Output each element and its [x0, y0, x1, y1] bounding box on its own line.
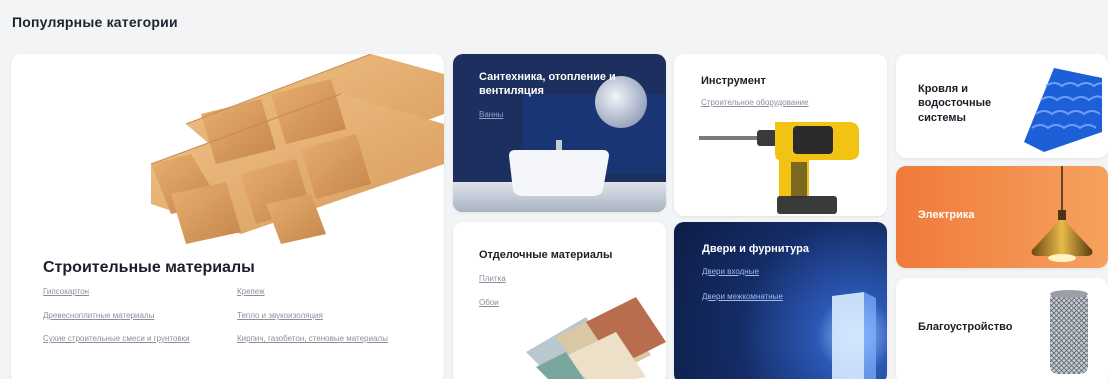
card-title: Строительные материалы	[43, 259, 255, 276]
category-card-plumbing[interactable]: Сантехника, отопление и вентиляция Ванны	[453, 54, 666, 212]
link-wood-boards[interactable]: Древесноплитные материалы	[43, 311, 154, 320]
category-card-building-materials[interactable]: Строительные материалы Гипсокартон Крепе…	[11, 54, 444, 379]
section-title: Популярные категории	[12, 14, 178, 30]
lumber-image	[150, 54, 444, 244]
category-card-electrical[interactable]: Электрика	[896, 166, 1108, 268]
card-title: Инструмент	[701, 75, 766, 87]
link-construction-equipment[interactable]: Строительное оборудование	[701, 98, 809, 107]
mesh-roll-image	[1050, 290, 1088, 374]
card-title: Кровля и водосточные системы	[918, 83, 992, 124]
link-dry-mixes[interactable]: Сухие строительные смеси и грунтовки	[43, 334, 203, 344]
link-wallpaper[interactable]: Обои	[479, 298, 499, 307]
drill-image	[699, 122, 859, 214]
card-title: Отделочные материалы	[479, 249, 613, 261]
link-insulation[interactable]: Тепло и звукоизоляция	[237, 311, 323, 320]
link-drywall[interactable]: Гипсокартон	[43, 287, 89, 296]
category-card-roofing[interactable]: Кровля и водосточные системы	[896, 54, 1108, 158]
lamp-image	[1031, 166, 1093, 262]
category-card-tools[interactable]: Инструмент Строительное оборудование	[674, 54, 887, 216]
finishing-samples-image	[526, 297, 666, 379]
roof-tiles-image	[1024, 68, 1103, 152]
card-title: Электрика	[918, 209, 975, 221]
link-fasteners[interactable]: Крепеж	[237, 287, 265, 296]
card-title: Двери и фурнитура	[702, 243, 809, 255]
category-card-landscaping[interactable]: Благоустройство	[896, 278, 1108, 379]
link-entrance-doors[interactable]: Двери входные	[702, 267, 759, 276]
category-card-finishing-materials[interactable]: Отделочные материалы Плитка Обои	[453, 222, 666, 379]
card-title: Сантехника, отопление и вентиляция	[479, 71, 616, 98]
link-tiles[interactable]: Плитка	[479, 274, 506, 283]
door-image	[832, 292, 876, 379]
link-bathtubs[interactable]: Ванны	[479, 110, 503, 119]
link-interior-doors[interactable]: Двери межкомнатные	[702, 292, 783, 301]
category-card-doors[interactable]: Двери и фурнитура Двери входные Двери ме…	[674, 222, 887, 379]
link-bricks[interactable]: Кирпич, газобетон, стеновые материалы	[237, 334, 397, 344]
card-title: Благоустройство	[918, 321, 1013, 333]
